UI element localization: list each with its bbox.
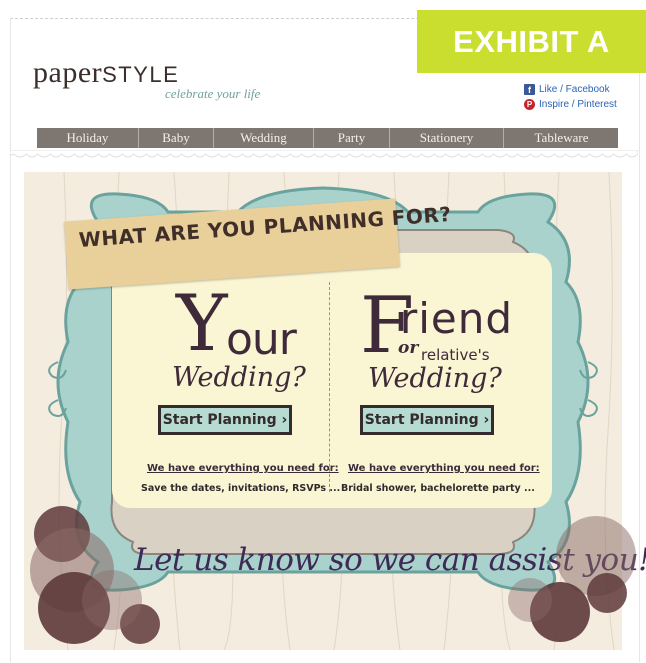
nav-item-wedding[interactable]: Wedding	[214, 128, 314, 148]
friend-need-text: We have everything you need for:	[348, 463, 540, 474]
logo-tagline: celebrate your life	[165, 86, 261, 101]
main-nav: Holiday Baby Wedding Party Stationery Ta…	[37, 128, 618, 148]
your-rest: our	[226, 314, 297, 365]
friend-wedding-subtitle: Wedding?	[368, 363, 502, 394]
start-planning-your-wedding-button[interactable]: Start Planning ›	[158, 405, 292, 435]
your-wedding-subtitle: Wedding?	[172, 362, 306, 393]
pinterest-link[interactable]: P Inspire / Pinterest	[524, 97, 617, 112]
nav-item-party[interactable]: Party	[314, 128, 390, 148]
nav-item-stationery[interactable]: Stationery	[390, 128, 504, 148]
your-desc-text: Save the dates, invitations, RSVPs ...	[141, 483, 341, 494]
your-need-text: We have everything you need for:	[147, 463, 339, 474]
exhibit-label: EXHIBIT A	[417, 10, 646, 73]
friend-desc-text: Bridal shower, bachelorette party ...	[341, 483, 535, 494]
logo-main-text: paper	[33, 56, 103, 89]
facebook-link[interactable]: f Like / Facebook	[524, 82, 617, 97]
facebook-icon: f	[524, 84, 535, 95]
your-big-letter: Y	[176, 279, 228, 369]
relatives-text: relative's	[421, 346, 490, 364]
or-text: or	[398, 338, 419, 358]
nav-item-tableware[interactable]: Tableware	[504, 128, 619, 148]
friend-rest: riend	[400, 294, 514, 343]
scallop-border	[10, 150, 638, 158]
paperstyle-logo[interactable]: paperSTYLE celebrate your life	[33, 58, 260, 102]
cta-text[interactable]: Let us know so we can assist you!	[134, 542, 646, 578]
facebook-link-label: Like / Facebook	[539, 84, 610, 95]
nav-item-holiday[interactable]: Holiday	[37, 128, 139, 148]
pinterest-link-label: Inspire / Pinterest	[539, 99, 617, 110]
start-planning-friend-wedding-button[interactable]: Start Planning ›	[360, 405, 494, 435]
nav-item-baby[interactable]: Baby	[139, 128, 214, 148]
logo-style-text: STYLE	[102, 62, 180, 87]
social-links: f Like / Facebook P Inspire / Pinterest	[524, 82, 617, 112]
column-divider	[329, 282, 330, 492]
pinterest-icon: P	[524, 99, 535, 110]
